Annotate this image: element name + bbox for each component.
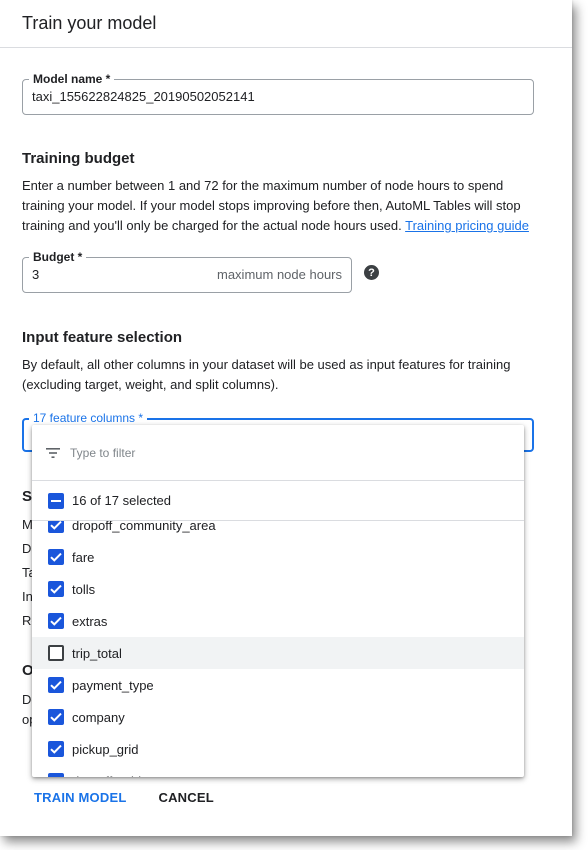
feature-item-label: fare: [72, 549, 95, 565]
feature-item[interactable]: trip_total: [32, 637, 524, 669]
dialog-title: Train your model: [22, 13, 157, 33]
model-name-label: Model name *: [29, 71, 115, 87]
train-model-dialog: Train your model Model name * taxi_15562…: [0, 0, 572, 836]
feature-item[interactable]: dropoff_grid: [32, 765, 524, 777]
feature-item-label: extras: [72, 613, 108, 629]
training-budget-description: Enter a number between 1 and 72 for the …: [22, 176, 542, 236]
feature-item[interactable]: fare: [32, 541, 524, 573]
feature-item-label: trip_total: [72, 645, 122, 661]
dialog-header: Train your model: [0, 0, 572, 48]
select-all-row[interactable]: 16 of 17 selected: [32, 481, 524, 521]
checked-checkbox-icon[interactable]: [48, 773, 64, 777]
feature-item-label: pickup_grid: [72, 741, 139, 757]
feature-item-label: dropoff_grid: [72, 774, 141, 778]
training-budget-title: Training budget: [22, 150, 135, 167]
checked-checkbox-icon[interactable]: [48, 677, 64, 693]
feature-item-label: company: [72, 709, 125, 725]
budget-field[interactable]: Budget * 3 maximum node hours: [22, 249, 352, 293]
feature-item[interactable]: company: [32, 701, 524, 733]
checked-checkbox-icon[interactable]: [48, 581, 64, 597]
model-name-field[interactable]: Model name * taxi_155622824825_201905020…: [22, 71, 534, 115]
input-feature-selection-title: Input feature selection: [22, 329, 183, 346]
hidden-section-heading: S: [22, 488, 33, 505]
filter-row[interactable]: Type to filter: [32, 425, 524, 481]
train-model-button[interactable]: TRAIN MODEL: [34, 790, 126, 805]
feature-item[interactable]: payment_type: [32, 669, 524, 701]
checked-checkbox-icon[interactable]: [48, 613, 64, 629]
training-pricing-guide-link[interactable]: Training pricing guide: [405, 218, 529, 233]
filter-input[interactable]: Type to filter: [70, 446, 135, 460]
feature-columns-dropdown: Type to filter 16 of 17 selected dropoff…: [32, 425, 524, 777]
budget-label: Budget *: [29, 249, 87, 265]
feature-columns-label: 17 feature columns *: [29, 410, 148, 426]
feature-item[interactable]: pickup_grid: [32, 733, 524, 765]
feature-item-label: payment_type: [72, 677, 154, 693]
indeterminate-checkbox[interactable]: [48, 492, 64, 509]
budget-value: 3: [32, 267, 40, 282]
selection-summary: 16 of 17 selected: [72, 493, 172, 508]
feature-item-label: tolls: [72, 581, 96, 597]
cancel-button[interactable]: CANCEL: [158, 790, 213, 805]
feature-list[interactable]: dropoff_community_areafare tolls extras tri…: [32, 521, 524, 777]
filter-icon: [46, 447, 60, 458]
checked-checkbox-icon[interactable]: [48, 709, 64, 725]
feature-item[interactable]: dropoff_community_area: [32, 521, 524, 541]
help-circle-icon[interactable]: ?: [364, 265, 379, 280]
dialog-footer: TRAIN MODEL CANCEL: [34, 790, 214, 805]
budget-suffix: maximum node hours: [217, 267, 342, 282]
checked-checkbox-icon[interactable]: [48, 741, 64, 757]
checked-checkbox-icon[interactable]: [48, 521, 64, 533]
feature-item[interactable]: tolls: [32, 573, 524, 605]
feature-item-label: dropoff_community_area: [72, 521, 216, 533]
input-feature-selection-description: By default, all other columns in your da…: [22, 357, 511, 392]
unchecked-checkbox-icon[interactable]: [48, 645, 64, 661]
model-name-value: taxi_155622824825_20190502052141: [32, 89, 255, 104]
feature-item[interactable]: extras: [32, 605, 524, 637]
checked-checkbox-icon[interactable]: [48, 549, 64, 565]
